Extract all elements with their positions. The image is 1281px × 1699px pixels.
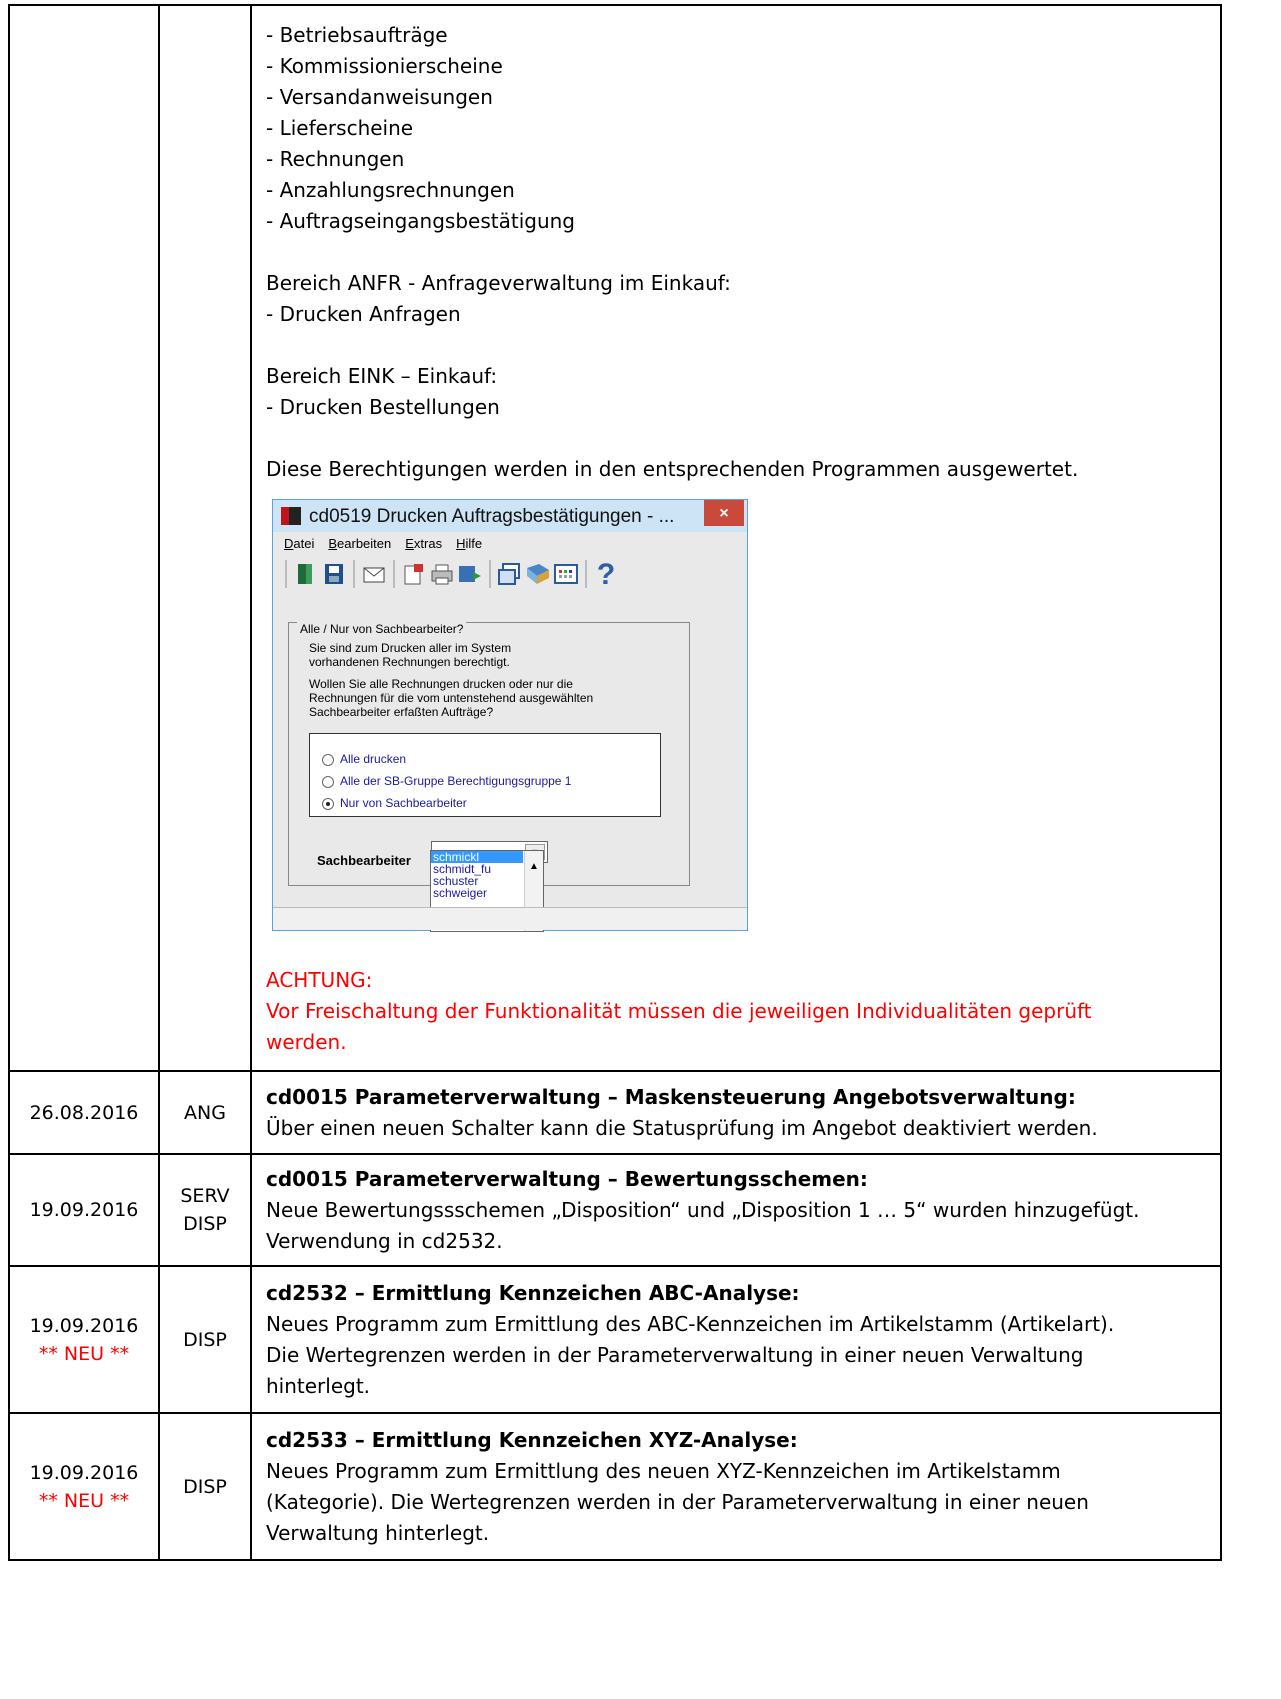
entry-text: Neues Programm zum Ermittlung des neuen … — [266, 1458, 1061, 1483]
print-dialog-screenshot: cd0519 Drucken Auftragsbestätigungen - .… — [272, 499, 748, 932]
clerk-label: Sachbearbeiter — [317, 853, 411, 868]
description-cell: cd2533 – Ermittlung Kennzeichen XYZ-Anal… — [250, 1412, 1222, 1561]
exit-door-icon[interactable] — [293, 560, 319, 588]
table-row: 19.09.2016 SERV DISP cd0015 Parameterver… — [8, 1153, 1222, 1267]
radio-button[interactable] — [322, 753, 334, 766]
radio-group: Alle drucken Alle der SB-Gruppe Berechti… — [309, 733, 661, 817]
menu-datei[interactable]: Datei — [284, 528, 314, 559]
entry-title: cd0015 Parameterverwaltung – Maskensteue… — [266, 1084, 1076, 1109]
description-cell: cd2532 – Ermittlung Kennzeichen ABC-Anal… — [250, 1265, 1222, 1414]
area-code: DISP — [183, 1475, 227, 1498]
description-cell: - Betriebsaufträge - Kommissionierschein… — [250, 4, 1222, 1072]
save-icon[interactable] — [321, 560, 347, 588]
info-line: Sie sind zum Drucken aller im System — [309, 641, 512, 655]
list-item: - Kommissionierscheine — [266, 54, 503, 78]
mail-icon[interactable] — [361, 560, 387, 588]
new-badge: ** NEU ** — [38, 1342, 130, 1365]
table-row: 19.09.2016 ** NEU ** DISP cd2532 – Ermit… — [8, 1265, 1222, 1414]
help-icon[interactable]: ? — [593, 559, 619, 590]
changelog-table: - Betriebsaufträge - Kommissionierschein… — [8, 4, 1222, 1561]
menu-bar: Datei Bearbeiten Extras Hilfe — [273, 532, 747, 554]
list-item: - Versandanweisungen — [266, 85, 493, 109]
calculator-icon[interactable] — [553, 560, 579, 588]
evaluation-note: Diese Berechtigungen werden in den entsp… — [266, 457, 1079, 481]
close-button[interactable]: × — [704, 500, 744, 526]
info-text: Sie sind zum Drucken aller im System vor… — [309, 641, 679, 669]
list-item: - Betriebsaufträge — [266, 23, 448, 47]
status-bar — [273, 907, 747, 930]
windows-icon[interactable] — [497, 560, 523, 588]
list-item[interactable]: schweiger — [431, 887, 523, 899]
list-item: - Rechnungen — [266, 147, 405, 171]
chevron-up-icon[interactable]: ▲ — [529, 861, 539, 872]
table-row: 26.08.2016 ANG cd0015 Parameterverwaltun… — [8, 1070, 1222, 1155]
radio-button-selected[interactable] — [322, 797, 334, 810]
area-code: DISP — [183, 1328, 227, 1351]
area-code: DISP — [183, 1213, 227, 1235]
radio-clerk-only[interactable]: Nur von Sachbearbeiter — [322, 788, 467, 819]
entry-text: hinterlegt. — [266, 1373, 371, 1398]
book-icon[interactable] — [525, 560, 551, 588]
date-cell — [8, 4, 160, 1072]
date-value: 19.09.2016 — [29, 1199, 139, 1221]
area-cell: ANG — [158, 1070, 252, 1155]
date-cell: 19.09.2016 ** NEU ** — [8, 1265, 160, 1414]
section-heading-anfr: Bereich ANFR - Anfrageverwaltung im Eink… — [266, 271, 731, 295]
date-cell: 19.09.2016 — [8, 1153, 160, 1267]
new-badge: ** NEU ** — [38, 1489, 130, 1512]
entry-title: cd0015 Parameterverwaltung – Bewertungss… — [266, 1166, 868, 1191]
date-value: 19.09.2016 — [29, 1314, 139, 1337]
entry-text: Neues Programm zum Ermittlung des ABC-Ke… — [266, 1311, 1115, 1336]
export-icon[interactable] — [457, 560, 483, 588]
entry-title: cd2532 – Ermittlung Kennzeichen ABC-Anal… — [266, 1280, 800, 1305]
area-code: ANG — [184, 1101, 226, 1124]
warning-text: Vor Freischaltung der Funktionalität müs… — [266, 999, 1092, 1054]
list-item: - Anzahlungsrechnungen — [266, 178, 515, 202]
description-cell: cd0015 Parameterverwaltung – Bewertungss… — [250, 1153, 1222, 1267]
question-line: Wollen Sie alle Rechnungen drucken oder … — [309, 677, 573, 691]
description-cell: cd0015 Parameterverwaltung – Maskensteue… — [250, 1070, 1222, 1155]
radio-label: Nur von Sachbearbeiter — [340, 796, 467, 810]
list-item: - Drucken Anfragen — [266, 302, 461, 326]
menu-hilfe[interactable]: Hilfe — [456, 528, 482, 559]
section-heading-eink: Bereich EINK – Einkauf: — [266, 364, 498, 388]
entry-title: cd2533 – Ermittlung Kennzeichen XYZ-Anal… — [266, 1427, 798, 1452]
properties-icon[interactable] — [401, 560, 427, 588]
entry-text: Verwaltung hinterlegt. — [266, 1520, 490, 1545]
date-cell: 19.09.2016 ** NEU ** — [8, 1412, 160, 1561]
question-line: Sachbearbeiter erfaßten Aufträge? — [309, 705, 494, 719]
warning-title: ACHTUNG: — [266, 968, 373, 992]
area-cell: SERV DISP — [158, 1153, 252, 1267]
list-item: - Auftragseingangsbestätigung — [266, 209, 575, 233]
area-code: SERV — [180, 1185, 230, 1207]
date-value: 26.08.2016 — [29, 1101, 139, 1124]
menu-bearbeiten[interactable]: Bearbeiten — [328, 528, 391, 559]
toolbar: ? — [273, 554, 747, 594]
entry-text: Neue Bewertungssschemen „Disposition“ un… — [266, 1197, 1140, 1222]
menu-extras[interactable]: Extras — [405, 528, 442, 559]
info-line: vorhandenen Rechnungen berechtigt. — [309, 655, 510, 669]
radio-button[interactable] — [322, 775, 334, 788]
list-item: - Drucken Bestellungen — [266, 395, 500, 419]
print-icon[interactable] — [429, 560, 455, 588]
table-row: - Betriebsaufträge - Kommissionierschein… — [8, 4, 1222, 1072]
selection-group: Alle / Nur von Sachbearbeiter? Sie sind … — [288, 614, 690, 886]
area-cell: DISP — [158, 1265, 252, 1414]
entry-text: Die Wertegrenzen werden in der Parameter… — [266, 1342, 1084, 1367]
entry-text: Über einen neuen Schalter kann die Statu… — [266, 1115, 1098, 1140]
area-cell — [158, 4, 252, 1072]
table-row: 19.09.2016 ** NEU ** DISP cd2533 – Ermit… — [8, 1412, 1222, 1561]
app-icon — [281, 507, 301, 525]
question-text: Wollen Sie alle Rechnungen drucken oder … — [309, 677, 679, 719]
date-cell: 26.08.2016 — [8, 1070, 160, 1155]
list-item: - Lieferscheine — [266, 116, 414, 140]
entry-text: (Kategorie). Die Wertegrenzen werden in … — [266, 1489, 1089, 1514]
entry-text: Verwendung in cd2532. — [266, 1228, 503, 1253]
question-line: Rechnungen für die vom untenstehend ausg… — [309, 691, 594, 705]
area-cell: DISP — [158, 1412, 252, 1561]
date-value: 19.09.2016 — [29, 1461, 139, 1484]
